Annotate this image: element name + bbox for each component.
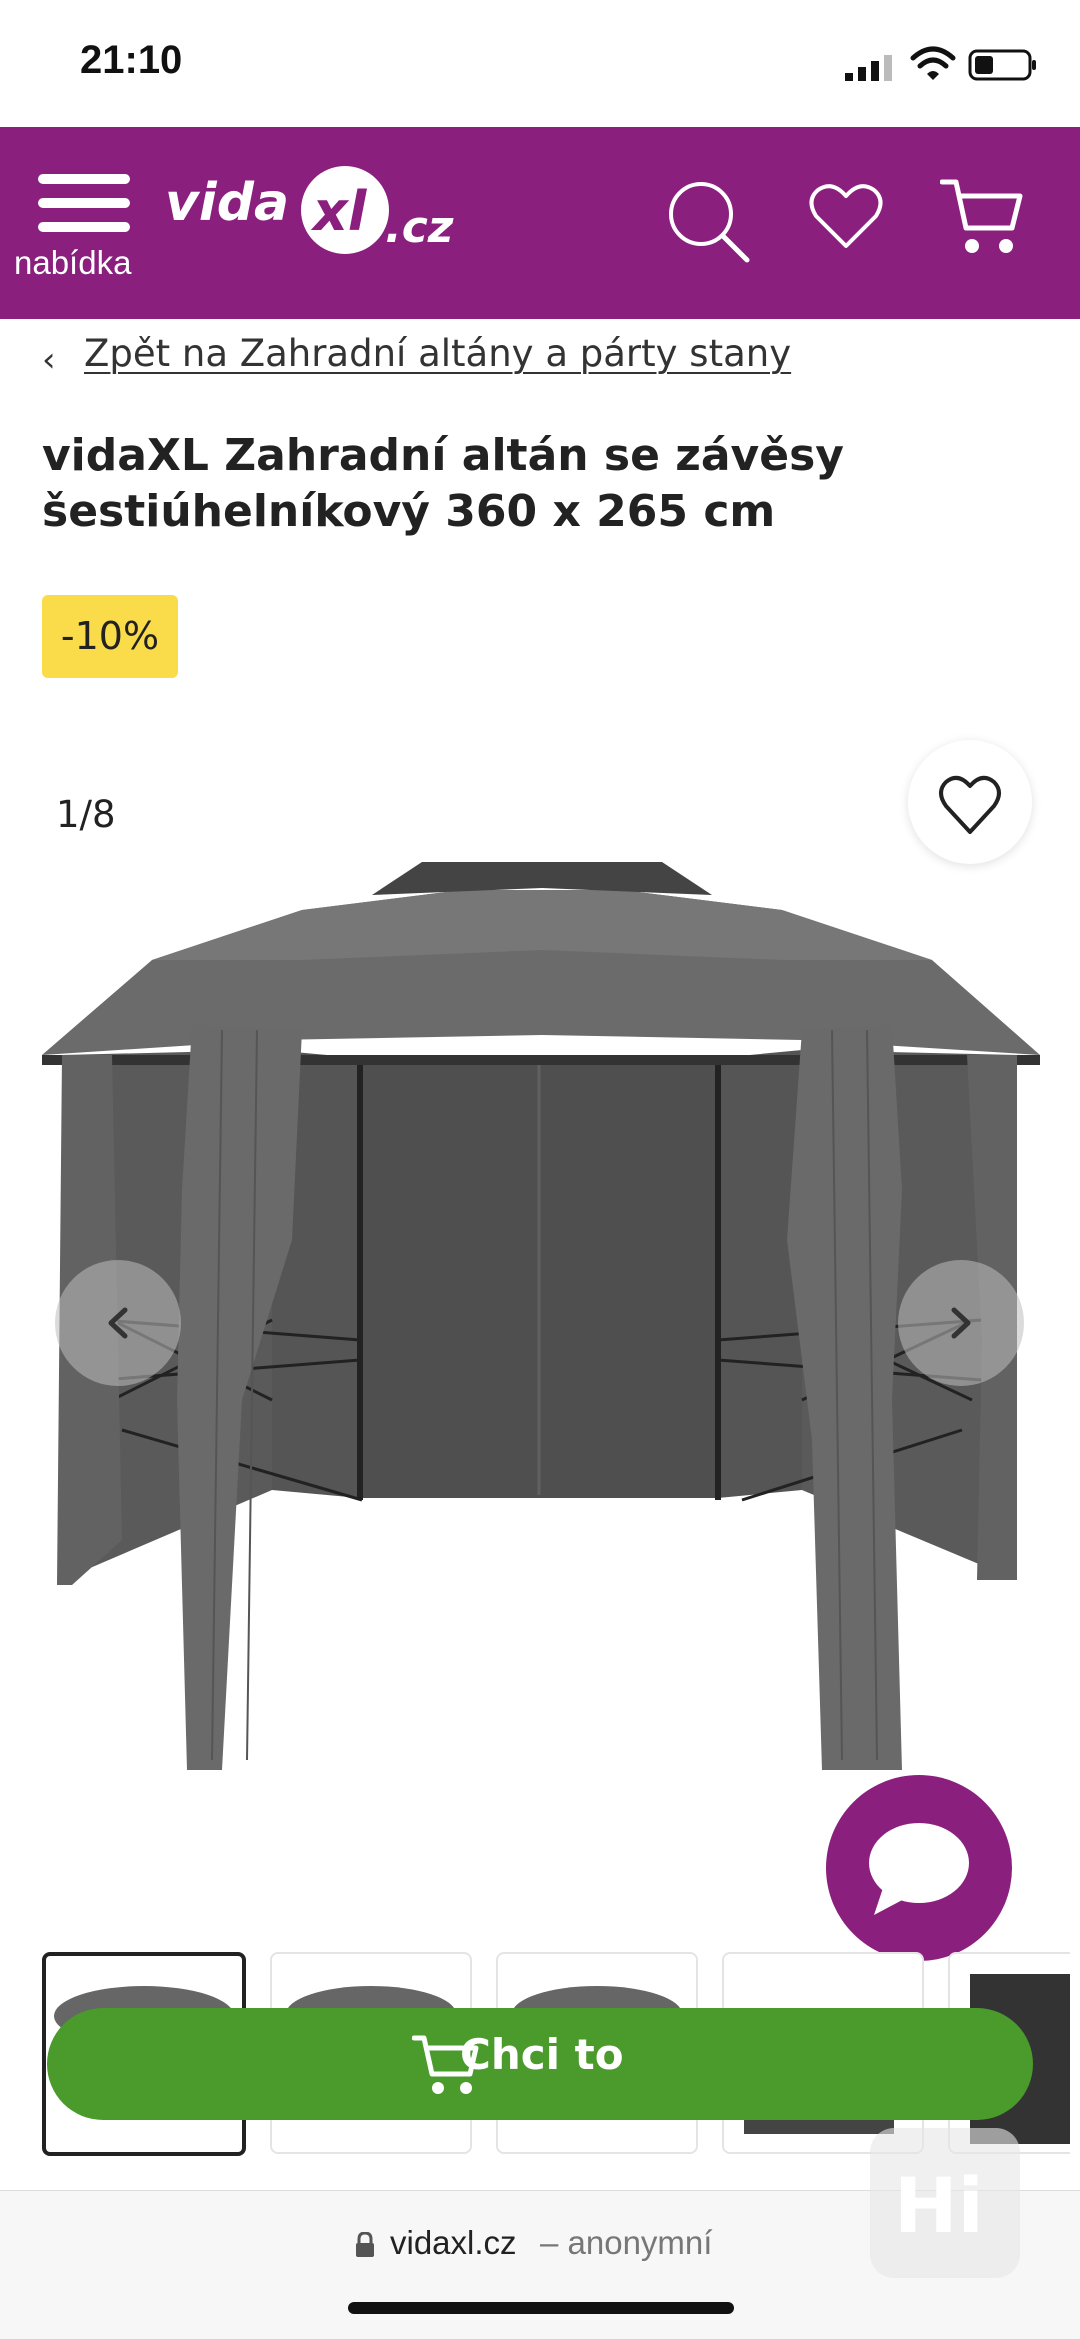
menu-label: nabídka bbox=[14, 244, 132, 281]
breadcrumb-back-link[interactable]: Zpět na Zahradní altány a párty stany bbox=[84, 332, 791, 375]
product-image[interactable] bbox=[42, 840, 1040, 1790]
chat-icon bbox=[869, 1823, 969, 1915]
signal-icon bbox=[845, 55, 892, 81]
chevron-right-icon bbox=[951, 1307, 971, 1339]
discount-badge: -10% bbox=[42, 595, 178, 678]
add-to-cart-label: Chci to bbox=[460, 2030, 624, 2079]
product-title: vidaXL Zahradní altán se závěsy šestiúhe… bbox=[42, 428, 1022, 540]
wifi-icon bbox=[910, 46, 956, 80]
chat-button[interactable] bbox=[826, 1775, 1012, 1961]
vidaxl-logo[interactable]: vida xl .cz bbox=[165, 150, 465, 280]
hi-icon: Hi bbox=[894, 2161, 984, 2250]
menu-icon-bar bbox=[38, 198, 130, 208]
product-title-line2: šestiúhelníkový 360 x 265 cm bbox=[42, 486, 776, 537]
next-image-button[interactable] bbox=[898, 1260, 1024, 1386]
chevron-left-icon[interactable]: ‹ bbox=[42, 340, 56, 380]
browsing-mode-text: – anonymní bbox=[540, 2224, 713, 2261]
status-time: 21:10 bbox=[80, 38, 183, 82]
image-counter: 1/8 bbox=[56, 793, 116, 836]
svg-text:vida: vida bbox=[165, 173, 289, 233]
previous-image-button[interactable] bbox=[55, 1260, 181, 1386]
search-icon[interactable] bbox=[665, 178, 751, 264]
site-header bbox=[0, 127, 1080, 319]
menu-icon bbox=[38, 174, 130, 184]
favorite-button[interactable] bbox=[908, 740, 1032, 864]
heart-icon[interactable] bbox=[808, 178, 884, 254]
cart-icon[interactable] bbox=[940, 176, 1024, 260]
svg-text:.cz: .cz bbox=[385, 202, 454, 253]
heart-icon bbox=[939, 775, 1001, 834]
hi-watermark: Hi bbox=[870, 2128, 1020, 2278]
url-text[interactable]: vidaxl.cz bbox=[390, 2224, 517, 2262]
battery-icon bbox=[968, 49, 1036, 81]
product-title-line1: vidaXL Zahradní altán se závěsy bbox=[42, 430, 844, 481]
svg-text:Hi: Hi bbox=[894, 2161, 984, 2250]
home-indicator bbox=[348, 2302, 734, 2314]
menu-icon-bar bbox=[38, 222, 130, 232]
chevron-left-icon bbox=[108, 1307, 128, 1339]
svg-text:xl: xl bbox=[310, 180, 368, 243]
lock-icon bbox=[356, 2232, 374, 2257]
